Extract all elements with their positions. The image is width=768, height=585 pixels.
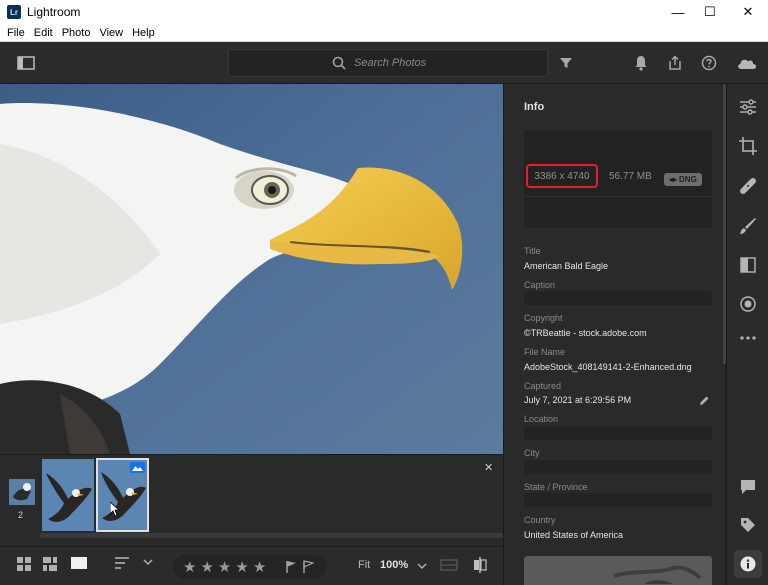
compare-view-icon[interactable] xyxy=(440,558,458,572)
photo-thumbnail-1[interactable] xyxy=(42,459,94,531)
search-field[interactable] xyxy=(228,49,548,77)
city-label: City xyxy=(524,448,540,458)
photo-grid-icon[interactable] xyxy=(42,556,58,572)
filmstrip-scrollbar[interactable] xyxy=(40,533,504,538)
map-preview[interactable] xyxy=(524,556,712,585)
right-tool-rail xyxy=(726,84,768,585)
country-label: Country xyxy=(524,515,556,525)
share-icon[interactable] xyxy=(665,53,685,73)
filmstrip-close-button[interactable]: ✕ xyxy=(484,461,493,474)
location-label: Location xyxy=(524,414,559,424)
title-label: Title xyxy=(524,246,541,256)
filmstrip: 2 ✕ xyxy=(0,454,504,546)
healing-bandage-icon[interactable] xyxy=(738,176,758,196)
info-icon[interactable] xyxy=(734,550,762,578)
bottom-toolbar: ★ ★ ★ ★ ★ Fit 100% xyxy=(0,546,503,585)
menu-edit[interactable]: Edit xyxy=(34,27,53,39)
radial-gradient-icon[interactable] xyxy=(738,294,758,314)
stack-count: 2 xyxy=(18,510,24,520)
before-after-icon[interactable] xyxy=(472,557,488,573)
star-4[interactable]: ★ xyxy=(235,558,248,576)
file-summary-box: 3386 x 4740 56.77 MB ◂▸ DNG xyxy=(524,130,712,228)
keyword-tag-icon[interactable] xyxy=(738,515,758,535)
star-3[interactable]: ★ xyxy=(218,558,231,576)
divider xyxy=(524,196,712,197)
detail-view-icon[interactable] xyxy=(70,556,88,570)
filename-label: File Name xyxy=(524,347,566,357)
state-label: State / Province xyxy=(524,482,588,492)
cloud-icon[interactable] xyxy=(735,53,759,73)
title-bar: Lr Lightroom — ☐ ✕ xyxy=(0,0,768,24)
fit-label[interactable]: Fit xyxy=(358,559,370,571)
menu-view[interactable]: View xyxy=(99,27,123,39)
title-value[interactable]: American Bald Eagle xyxy=(524,261,608,271)
search-input[interactable] xyxy=(354,57,444,69)
photo-badge-icon xyxy=(130,462,145,473)
zoom-value[interactable]: 100% xyxy=(380,559,408,571)
caption-field[interactable] xyxy=(524,291,712,305)
location-field[interactable] xyxy=(524,426,712,440)
sort-icon[interactable] xyxy=(114,556,130,570)
menu-photo[interactable]: Photo xyxy=(62,27,91,39)
copyright-label: Copyright xyxy=(524,313,563,323)
format-label: DNG xyxy=(679,175,697,184)
photo-viewer[interactable] xyxy=(0,84,503,454)
state-field[interactable] xyxy=(524,493,712,507)
maximize-button[interactable]: ☐ xyxy=(692,0,728,24)
help-icon[interactable] xyxy=(699,53,719,73)
comment-icon[interactable] xyxy=(738,477,758,497)
menu-bar: File Edit Photo View Help xyxy=(0,24,768,42)
image-dimensions: 3386 x 4740 xyxy=(526,164,598,188)
info-panel: Info 3386 x 4740 56.77 MB ◂▸ DNG Title A… xyxy=(503,84,726,585)
star-1[interactable]: ★ xyxy=(183,558,196,576)
linear-gradient-icon[interactable] xyxy=(738,255,758,275)
more-options-icon[interactable] xyxy=(738,328,758,348)
menu-file[interactable]: File xyxy=(7,27,25,39)
toolbar xyxy=(0,42,768,84)
crop-icon[interactable] xyxy=(738,136,758,156)
photo-thumbnail-selected[interactable] xyxy=(96,458,149,532)
format-badge: ◂▸ DNG xyxy=(664,173,702,186)
star-5[interactable]: ★ xyxy=(253,558,266,576)
lightroom-app-icon: Lr xyxy=(7,5,21,19)
captured-label: Captured xyxy=(524,381,562,391)
file-size: 56.77 MB xyxy=(609,171,652,182)
caption-label: Caption xyxy=(524,280,556,290)
edit-sliders-icon[interactable] xyxy=(738,97,758,117)
flag-reject-icon[interactable] xyxy=(302,560,314,574)
brush-icon[interactable] xyxy=(738,216,758,236)
info-heading: Info xyxy=(524,101,545,113)
chevron-down-icon[interactable] xyxy=(142,556,154,568)
menu-help[interactable]: Help xyxy=(132,27,155,39)
search-icon xyxy=(332,56,346,70)
copyright-value[interactable]: ©TRBeattie - stock.adobe.com xyxy=(524,328,647,338)
stack-thumbnail[interactable] xyxy=(9,479,35,505)
country-value[interactable]: United States of America xyxy=(524,530,623,540)
captured-value: July 7, 2021 at 6:29:56 PM xyxy=(524,395,632,405)
square-grid-icon[interactable] xyxy=(16,556,32,572)
zoom-chevron-down-icon[interactable] xyxy=(416,560,428,572)
panel-toggle-icon[interactable] xyxy=(16,53,36,73)
minimize-button[interactable]: — xyxy=(660,0,696,24)
window-title: Lightroom xyxy=(27,5,81,19)
edit-pencil-icon[interactable] xyxy=(699,393,710,411)
mouse-cursor-icon xyxy=(109,501,121,522)
star-2[interactable]: ★ xyxy=(200,558,213,576)
bald-eagle-photo xyxy=(0,84,503,454)
raw-icon: ◂▸ xyxy=(669,175,678,184)
bell-icon[interactable] xyxy=(631,53,651,73)
filter-icon[interactable] xyxy=(556,53,576,73)
city-field[interactable] xyxy=(524,460,712,474)
filename-value[interactable]: AdobeStock_408149141-2-Enhanced.dng xyxy=(524,362,692,372)
flag-pick-icon[interactable] xyxy=(285,560,297,574)
close-button[interactable]: ✕ xyxy=(730,0,766,24)
